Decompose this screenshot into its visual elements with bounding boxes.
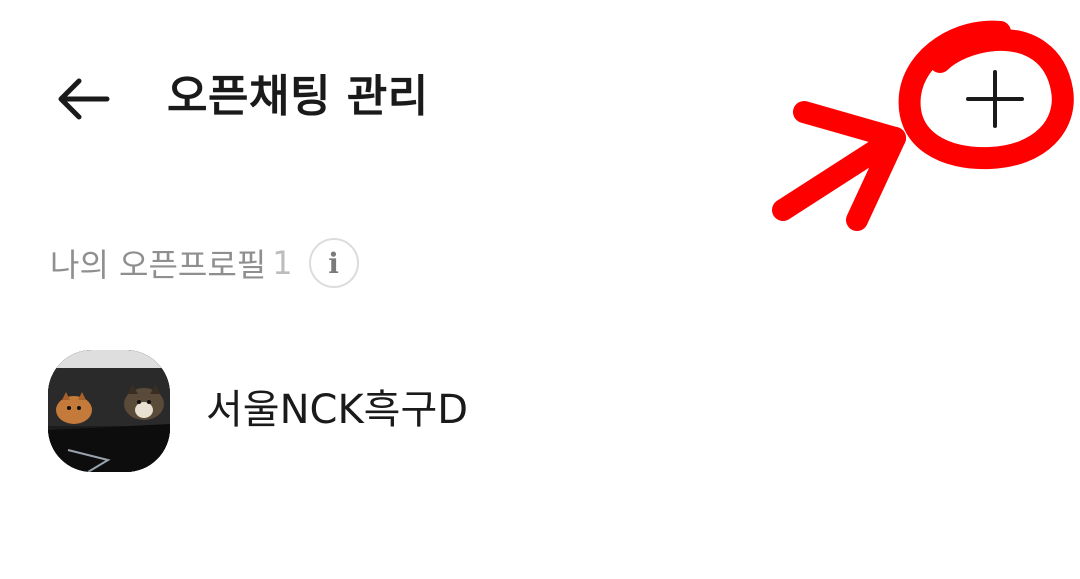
section-label: 나의 오픈프로필 bbox=[50, 246, 267, 284]
profile-list-item[interactable]: 서울NCK흑구D bbox=[0, 340, 1080, 480]
profile-count: 1 bbox=[272, 244, 293, 282]
info-button[interactable]: i bbox=[308, 238, 359, 288]
profile-name: 서울NCK흑구D bbox=[206, 387, 469, 433]
dog-photo-avatar bbox=[48, 350, 170, 472]
add-button[interactable] bbox=[955, 64, 1035, 134]
plus-icon bbox=[966, 70, 1024, 128]
avatar bbox=[48, 350, 170, 472]
page-title: 오픈채팅 관리 bbox=[167, 71, 429, 122]
my-open-profile-section: 나의 오픈프로필 1 i bbox=[50, 236, 359, 290]
app-header: 오픈채팅 관리 bbox=[0, 0, 1080, 190]
info-icon: i bbox=[328, 246, 339, 280]
arrow-left-icon bbox=[58, 78, 110, 120]
back-button[interactable] bbox=[48, 66, 118, 132]
